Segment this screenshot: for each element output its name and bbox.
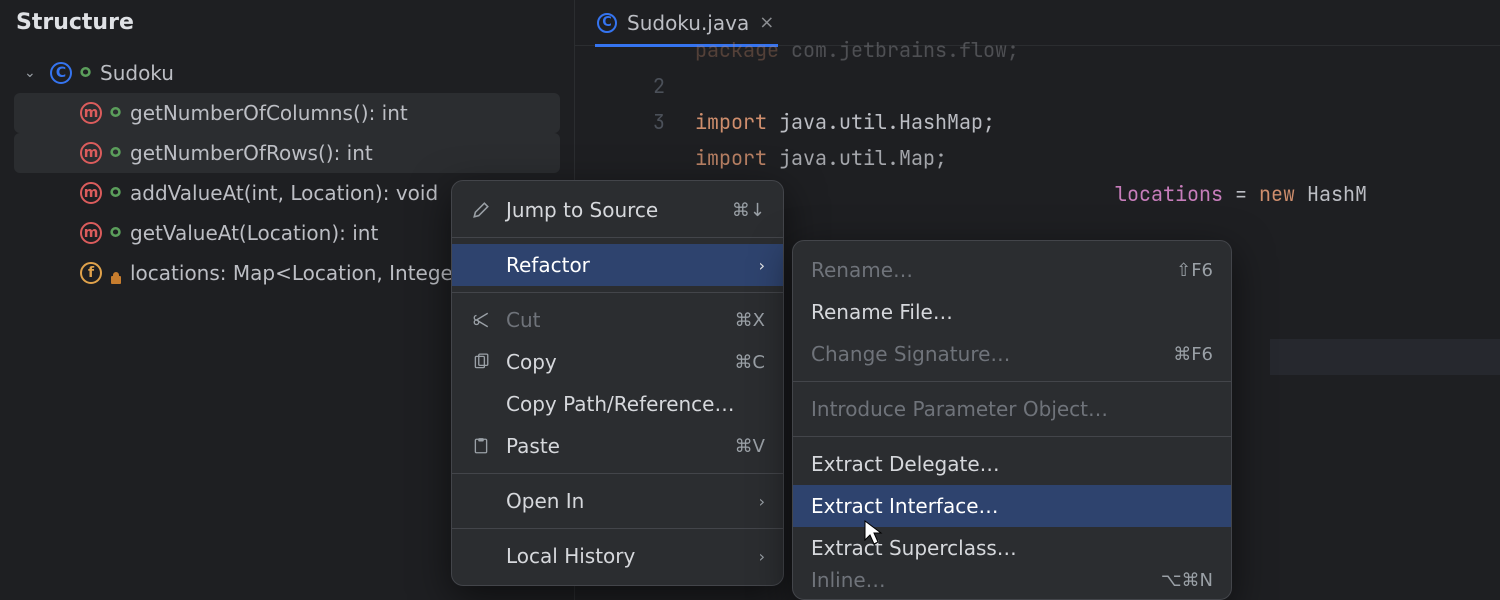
menu-separator [452, 528, 783, 529]
shortcut: ⌘C [734, 352, 765, 373]
menu-item-label: Extract Interface… [811, 494, 999, 518]
menu-item-label: Introduce Parameter Object… [811, 397, 1108, 421]
menu-item-label: Cut [506, 308, 540, 332]
tree-label: Sudoku [100, 61, 174, 85]
menu-separator [452, 473, 783, 474]
shortcut: ⌘F6 [1173, 344, 1213, 365]
class-icon: C [597, 13, 617, 33]
menu-item-cut[interactable]: Cut ⌘X [452, 299, 783, 341]
editor-tab-label: Sudoku.java [627, 11, 749, 35]
menu-separator [452, 237, 783, 238]
chevron-right-icon: › [759, 256, 765, 275]
tree-node-method[interactable]: m 🞉 getNumberOfRows(): int [14, 133, 560, 173]
menu-item-extract-interface[interactable]: Extract Interface… [793, 485, 1231, 527]
menu-item-open-in[interactable]: Open In › [452, 480, 783, 522]
shortcut: ⇧F6 [1176, 260, 1213, 281]
tree-label: getValueAt(Location): int [130, 221, 378, 245]
shortcut: ⌘X [735, 310, 765, 331]
method-icon: m [80, 102, 102, 124]
gutter: 3 [575, 104, 695, 140]
gutter [575, 140, 695, 176]
menu-separator [793, 381, 1231, 382]
menu-item-copy-path[interactable]: Copy Path/Reference… [452, 383, 783, 425]
menu-item-local-history[interactable]: Local History › [452, 535, 783, 577]
menu-item-label: Rename File… [811, 300, 953, 324]
menu-item-label: Extract Superclass… [811, 536, 1017, 560]
context-menu: Jump to Source ⌘↓ Refactor › Cut ⌘X Copy… [451, 180, 784, 586]
pencil-icon [470, 201, 492, 219]
method-icon: m [80, 142, 102, 164]
method-icon: m [80, 222, 102, 244]
menu-separator [452, 292, 783, 293]
menu-item-label: Extract Delegate… [811, 452, 1000, 476]
tree-node-method[interactable]: m 🞉 getNumberOfColumns(): int [14, 93, 560, 133]
chevron-right-icon: › [759, 492, 765, 511]
lock-icon [110, 266, 122, 280]
class-icon: C [50, 62, 72, 84]
menu-item-refactor[interactable]: Refactor › [452, 244, 783, 286]
menu-item-label: Open In [506, 489, 584, 513]
menu-item-label: Inline… [811, 569, 886, 591]
structure-title: Structure [0, 0, 574, 49]
caret-line-highlight [1270, 339, 1500, 375]
menu-item-label: Refactor [506, 253, 590, 277]
tree-label: getNumberOfColumns(): int [130, 101, 408, 125]
menu-item-label: Change Signature… [811, 342, 1010, 366]
menu-item-paste[interactable]: Paste ⌘V [452, 425, 783, 467]
method-icon: m [80, 182, 102, 204]
menu-item-inline[interactable]: Inline… ⌥⌘N [793, 569, 1231, 591]
shortcut: ⌥⌘N [1161, 570, 1213, 591]
close-icon[interactable]: × [759, 12, 774, 33]
visibility-icon: 🞉 [110, 225, 122, 241]
tree-label: getNumberOfRows(): int [130, 141, 373, 165]
menu-item-label: Copy Path/Reference… [506, 392, 734, 416]
visibility-icon: 🞉 [110, 105, 122, 121]
menu-item-label: Paste [506, 434, 560, 458]
chevron-right-icon: › [759, 547, 765, 566]
menu-item-label: Rename… [811, 258, 913, 282]
paste-icon [470, 437, 492, 455]
menu-item-introduce-parameter-object[interactable]: Introduce Parameter Object… [793, 388, 1231, 430]
tree-label: addValueAt(int, Location): void [130, 181, 438, 205]
menu-item-change-signature[interactable]: Change Signature… ⌘F6 [793, 333, 1231, 375]
tree-label: locations: Map<Location, Integer> [130, 261, 478, 285]
visibility-icon: 🞉 [80, 65, 92, 81]
chevron-down-icon: ⌄ [24, 65, 42, 81]
gutter [575, 32, 695, 68]
menu-item-extract-delegate[interactable]: Extract Delegate… [793, 443, 1231, 485]
menu-item-copy[interactable]: Copy ⌘C [452, 341, 783, 383]
gutter: 2 [575, 68, 695, 104]
menu-item-rename[interactable]: Rename… ⇧F6 [793, 249, 1231, 291]
refactor-submenu: Rename… ⇧F6 Rename File… Change Signatur… [792, 240, 1232, 600]
menu-separator [793, 436, 1231, 437]
visibility-icon: 🞉 [110, 145, 122, 161]
field-icon: f [80, 262, 102, 284]
menu-item-label: Local History [506, 544, 635, 568]
tree-node-class[interactable]: ⌄ C 🞉 Sudoku [0, 53, 574, 93]
shortcut: ⌘V [735, 436, 765, 457]
menu-item-rename-file[interactable]: Rename File… [793, 291, 1231, 333]
menu-item-label: Copy [506, 350, 557, 374]
copy-icon [470, 353, 492, 371]
scissors-icon [470, 311, 492, 329]
menu-item-extract-superclass[interactable]: Extract Superclass… [793, 527, 1231, 569]
code-editor[interactable]: package com.jetbrains.flow; 2 3 import j… [575, 32, 1500, 212]
visibility-icon: 🞉 [110, 185, 122, 201]
